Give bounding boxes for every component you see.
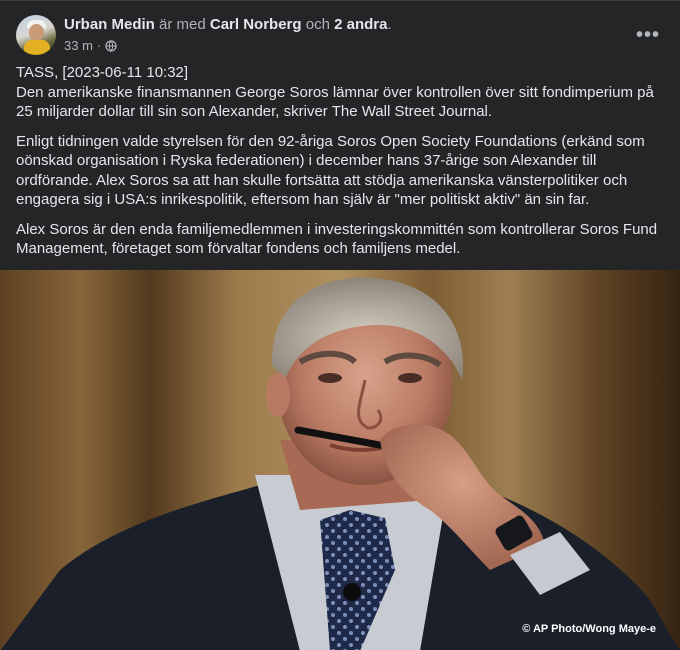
post-paragraph: Enligt tidningen valde styrelsen för den…	[16, 132, 645, 209]
post-paragraph: Den amerikanske finansmannen George Soro…	[16, 83, 654, 121]
globe-icon[interactable]	[105, 39, 117, 52]
post-photo[interactable]: © AP Photo/Wong Maye-e	[0, 270, 680, 650]
post-header: Urban Medin är med Carl Norberg och 2 an…	[0, 1, 680, 55]
post-card: Urban Medin är med Carl Norberg och 2 an…	[0, 0, 680, 650]
post-body: TASS, [2023-06-11 10:32] Den amerikanske…	[0, 55, 680, 259]
avatar-face	[29, 24, 44, 41]
photo-illustration	[0, 270, 680, 650]
and-text: och	[305, 16, 330, 33]
avatar-shirt	[24, 40, 50, 55]
post-timestamp[interactable]: 33 m	[64, 38, 93, 53]
title-period: .	[387, 16, 392, 33]
more-options-icon[interactable]: •••	[634, 21, 662, 49]
author-avatar[interactable]	[16, 15, 56, 55]
post-paragraph: Alex Soros är den enda familjemedlemmen …	[16, 220, 658, 258]
post-paragraph: TASS, [2023-06-11 10:32]	[16, 64, 189, 81]
with-text: är med	[159, 16, 206, 33]
post-title-line: Urban Medin är med Carl Norberg och 2 an…	[64, 16, 392, 34]
meta-separator: ·	[96, 38, 102, 53]
tagged-person-link[interactable]: Carl Norberg	[210, 16, 302, 33]
post-meta: Urban Medin är med Carl Norberg och 2 an…	[64, 15, 392, 53]
others-link[interactable]: 2 andra	[334, 16, 387, 33]
photo-credit: © AP Photo/Wong Maye-e	[522, 623, 656, 635]
post-sub-line: 33 m ·	[64, 38, 392, 53]
author-name-link[interactable]: Urban Medin	[64, 16, 155, 33]
